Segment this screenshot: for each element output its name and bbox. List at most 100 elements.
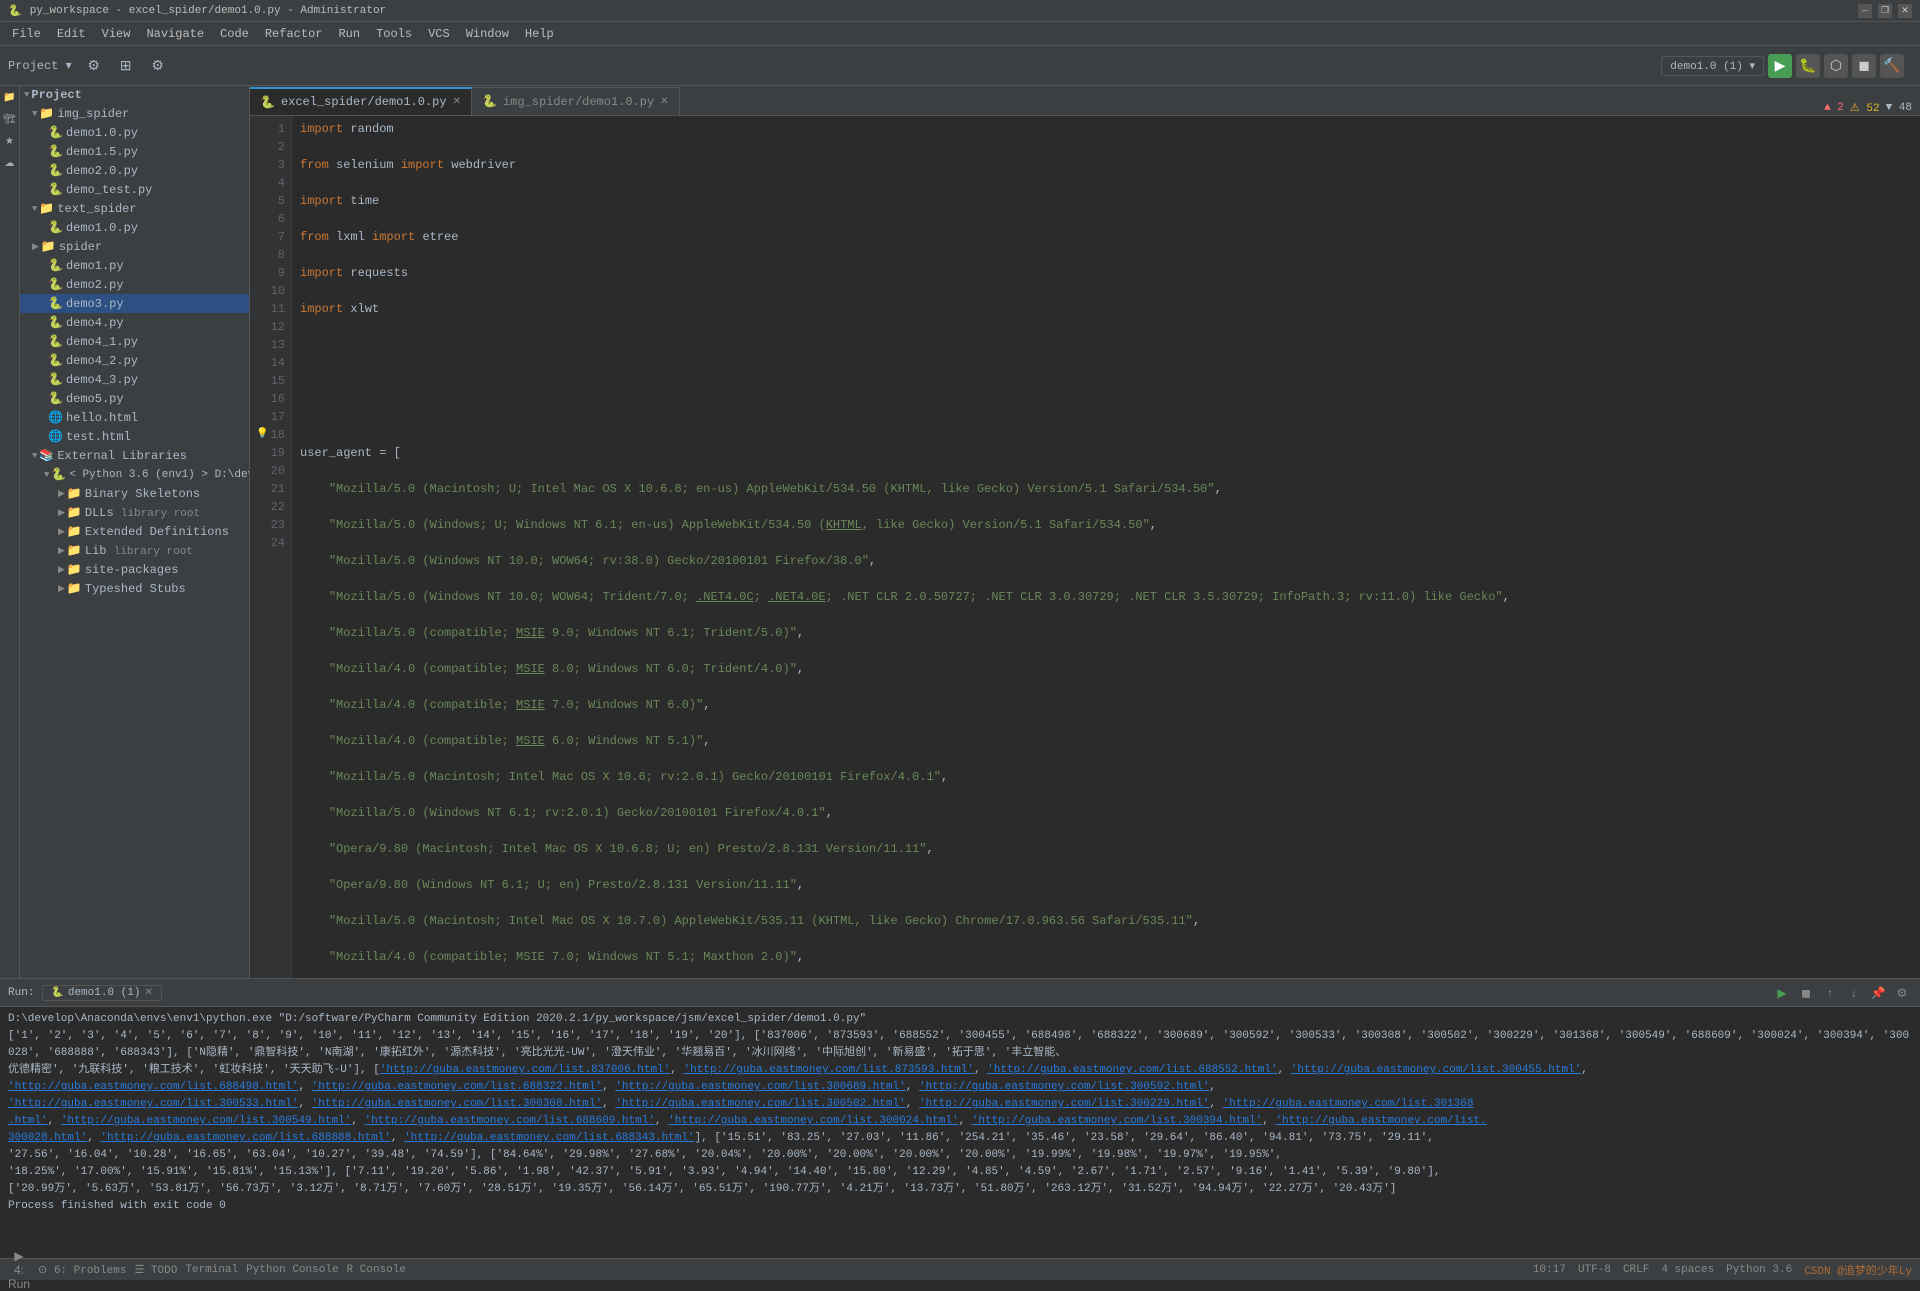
file-hello-html[interactable]: 🌐 hello.html <box>20 408 249 427</box>
warning-count-2: ▼ 48 <box>1886 102 1912 114</box>
settings-btn[interactable]: ⚙ <box>80 52 108 80</box>
run-output[interactable]: D:\develop\Anaconda\envs\env1\python.exe… <box>0 1007 1920 1258</box>
gear-btn[interactable]: ⚙ <box>144 52 172 80</box>
status-r-console: R Console <box>347 1264 406 1276</box>
menu-edit[interactable]: Edit <box>49 25 94 43</box>
folder-python-env[interactable]: ▼ 🐍 < Python 3.6 (env1) > D:\develop\Ana… <box>20 465 249 484</box>
file-demo15py[interactable]: 🐍 demo1.5.py <box>20 142 249 161</box>
run-config-tab[interactable]: 🐍 demo1.0 (1) ✕ <box>42 985 161 1001</box>
folder-binary-skeletons[interactable]: ▶ 📁 Binary Skeletons <box>20 484 249 503</box>
menu-refactor[interactable]: Refactor <box>257 25 331 43</box>
status-python-version: Python 3.6 <box>1726 1264 1792 1276</box>
file-demo4py[interactable]: 🐍 demo4.py <box>20 313 249 332</box>
favorites-icon[interactable]: ★ <box>1 134 19 152</box>
debug-button[interactable]: 🐛 <box>1796 54 1820 78</box>
folder-typeshed[interactable]: ▶ 📁 Typeshed Stubs <box>20 579 249 598</box>
code-editor[interactable]: 1 2 3 4 5 6 7 8 9 10 11 12 13 14 15 16 1… <box>250 116 1920 978</box>
left-sidebar-icons: 📁 🏗 ★ ☁ <box>0 86 20 978</box>
status-indent: 4 spaces <box>1661 1264 1714 1276</box>
editor-tab-bar: 🐍 excel_spider/demo1.0.py ✕ 🐍 img_spider… <box>250 86 1920 116</box>
title-bar: 🐍 py_workspace - excel_spider/demo1.0.py… <box>0 0 1920 22</box>
project-icon[interactable]: 📁 <box>1 90 19 108</box>
watermark: CSDN @追梦的少年Ly <box>1804 1262 1912 1278</box>
tab-close-icon[interactable]: ✕ <box>453 96 461 108</box>
bottom-panel: Run: 🐍 demo1.0 (1) ✕ ▶ ◼ ↑ ↓ 📌 ⚙ D:\deve… <box>0 978 1920 1258</box>
status-encoding: UTF-8 <box>1578 1264 1611 1276</box>
status-terminal: Terminal <box>185 1264 238 1276</box>
file-test-html[interactable]: 🌐 test.html <box>20 427 249 446</box>
project-root[interactable]: ▼ Project <box>20 86 249 104</box>
run-restart-btn[interactable]: ▶ <box>1772 983 1792 1003</box>
minimize-btn[interactable]: — <box>1858 4 1872 18</box>
tab-close-icon-2[interactable]: ✕ <box>660 96 668 108</box>
aws-icon[interactable]: ☁ <box>1 156 19 174</box>
tab-img-spider-demo10[interactable]: 🐍 img_spider/demo1.0.py ✕ <box>472 87 680 115</box>
menu-file[interactable]: File <box>4 25 49 43</box>
folder-spider[interactable]: ▶ 📁 spider <box>20 237 249 256</box>
folder-external-libs[interactable]: ▼ 📚 External Libraries <box>20 446 249 465</box>
tab-excel-spider-demo10[interactable]: 🐍 excel_spider/demo1.0.py ✕ <box>250 87 472 115</box>
editor-area: 🐍 excel_spider/demo1.0.py ✕ 🐍 img_spider… <box>250 86 1920 978</box>
menu-tools[interactable]: Tools <box>368 25 420 43</box>
run-config-label[interactable]: demo1.0 (1) ▾ <box>1661 56 1764 76</box>
app-title: py_workspace - excel_spider/demo1.0.py -… <box>30 5 386 17</box>
file-demo20py[interactable]: 🐍 demo2.0.py <box>20 161 249 180</box>
menu-vcs[interactable]: VCS <box>420 25 458 43</box>
file-textspider-demo10py[interactable]: 🐍 demo1.0.py <box>20 218 249 237</box>
menu-code[interactable]: Code <box>212 25 257 43</box>
file-demo5py[interactable]: 🐍 demo5.py <box>20 389 249 408</box>
menu-bar: File Edit View Navigate Code Refactor Ru… <box>0 22 1920 46</box>
settings-run-btn[interactable]: ⚙ <box>1892 983 1912 1003</box>
window-controls: — ❐ ✕ <box>1858 4 1912 18</box>
warning-count-1: ⚠ 52 <box>1850 101 1880 115</box>
build-button[interactable]: 🔨 <box>1880 54 1904 78</box>
file-demo4-2py[interactable]: 🐍 demo4_2.py <box>20 351 249 370</box>
file-demo10py-1[interactable]: 🐍 demo1.0.py <box>20 123 249 142</box>
maximize-btn[interactable]: ❐ <box>1878 4 1892 18</box>
error-count: ▲ 2 <box>1824 102 1844 114</box>
layout-btn[interactable]: ⊞ <box>112 52 140 80</box>
file-demo4-3py[interactable]: 🐍 demo4_3.py <box>20 370 249 389</box>
menu-view[interactable]: View <box>94 25 139 43</box>
status-problems: ⊙ 6: Problems <box>38 1263 126 1277</box>
file-demo1py[interactable]: 🐍 demo1.py <box>20 256 249 275</box>
status-line-col: 10:17 <box>1533 1264 1566 1276</box>
menu-navigate[interactable]: Navigate <box>138 25 212 43</box>
project-panel: ▼ Project ▼ 📁 img_spider 🐍 demo1.0.py 🐍 … <box>20 86 250 978</box>
structure-icon[interactable]: 🏗 <box>1 112 19 130</box>
scroll-down-btn[interactable]: ↓ <box>1844 983 1864 1003</box>
status-bar: ▶ 4: Run ⊙ 6: Problems ☰ TODO Terminal P… <box>0 1258 1920 1280</box>
stop-button[interactable]: ◼ <box>1852 54 1876 78</box>
run-tab-close[interactable]: ✕ <box>144 987 152 999</box>
folder-site-packages[interactable]: ▶ 📁 site-packages <box>20 560 249 579</box>
toolbar: Project ▾ ⚙ ⊞ ⚙ demo1.0 (1) ▾ ▶ 🐛 ⬡ ◼ 🔨 <box>0 46 1920 86</box>
pin-btn[interactable]: 📌 <box>1868 983 1888 1003</box>
folder-text-spider[interactable]: ▼ 📁 text_spider <box>20 199 249 218</box>
line-numbers: 1 2 3 4 5 6 7 8 9 10 11 12 13 14 15 16 1… <box>250 116 292 978</box>
run-with-coverage[interactable]: ⬡ <box>1824 54 1848 78</box>
run-status-btn[interactable]: ▶ 4: Run <box>8 1261 30 1279</box>
file-demo3py[interactable]: 🐍 demo3.py <box>20 294 249 313</box>
status-line-sep: CRLF <box>1623 1264 1649 1276</box>
status-python-console: Python Console <box>246 1264 338 1276</box>
menu-window[interactable]: Window <box>458 25 517 43</box>
file-demo2py[interactable]: 🐍 demo2.py <box>20 275 249 294</box>
scroll-up-btn[interactable]: ↑ <box>1820 983 1840 1003</box>
folder-lib[interactable]: ▶ 📁 Lib library root <box>20 541 249 560</box>
code-content[interactable]: import random from selenium import webdr… <box>292 116 1920 978</box>
run-stop-btn[interactable]: ◼ <box>1796 983 1816 1003</box>
main-content: 📁 🏗 ★ ☁ ▼ Project ▼ 📁 img_spider 🐍 demo1… <box>0 86 1920 978</box>
file-demo-testpy[interactable]: 🐍 demo_test.py <box>20 180 249 199</box>
folder-img-spider[interactable]: ▼ 📁 img_spider <box>20 104 249 123</box>
folder-extended-definitions[interactable]: ▶ 📁 Extended Definitions <box>20 522 249 541</box>
close-btn[interactable]: ✕ <box>1898 4 1912 18</box>
menu-run[interactable]: Run <box>330 25 368 43</box>
folder-dlls[interactable]: ▶ 📁 DLLs library root <box>20 503 249 522</box>
status-todo: ☰ TODO <box>134 1263 177 1277</box>
file-demo4-1py[interactable]: 🐍 demo4_1.py <box>20 332 249 351</box>
project-label: Project ▾ <box>8 58 72 73</box>
menu-help[interactable]: Help <box>517 25 562 43</box>
run-label: Run: <box>8 987 34 999</box>
run-button[interactable]: ▶ <box>1768 54 1792 78</box>
run-header: Run: 🐍 demo1.0 (1) ✕ ▶ ◼ ↑ ↓ 📌 ⚙ <box>0 979 1920 1007</box>
